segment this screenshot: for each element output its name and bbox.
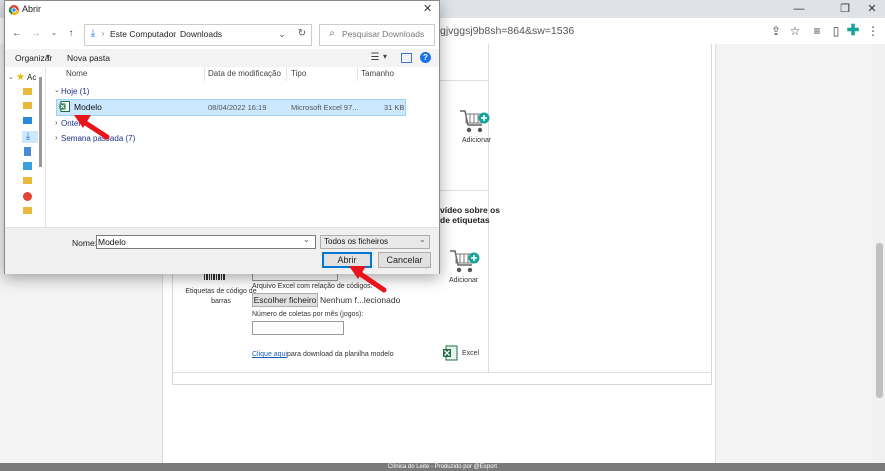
file-type-filter-value: Todos os ficheiros [324, 237, 389, 246]
group-last-week[interactable]: Semana passada (7) [61, 134, 135, 143]
folder-icon[interactable] [23, 102, 32, 109]
folder-icon[interactable] [23, 207, 32, 214]
breadcrumb-separator-icon: › [101, 29, 105, 38]
view-dropdown-icon[interactable]: ▾ [383, 52, 387, 61]
reading-list-icon[interactable]: ≡ [810, 24, 824, 38]
file-name-input[interactable] [96, 235, 316, 249]
organize-dropdown-icon[interactable]: ▾ [46, 52, 50, 61]
close-window-icon[interactable]: ✕ [864, 2, 880, 16]
group-today[interactable]: Hoje (1) [61, 87, 89, 96]
column-size[interactable]: Tamanho [361, 67, 394, 81]
menu-kebab-icon[interactable]: ⋮ [866, 24, 880, 38]
breadcrumb-computer[interactable]: Este Computador [110, 29, 176, 39]
divider-line [172, 372, 710, 373]
column-date[interactable]: Data de modificação [208, 67, 281, 81]
forward-arrow-icon[interactable]: → [30, 28, 42, 40]
dialog-titlebar [5, 1, 439, 19]
download-folder-icon: ⤓ [25, 131, 31, 142]
search-icon: ⌕ [329, 28, 335, 39]
pictures-icon[interactable] [23, 162, 32, 170]
folder-icon[interactable] [23, 177, 32, 184]
monthly-label: Número de coletas por mês (jogos): [252, 311, 364, 318]
download-link[interactable]: Clique aqui [252, 351, 287, 358]
nav-scrollbar[interactable] [39, 77, 42, 167]
breadcrumb-downloads[interactable]: Downloads [180, 29, 222, 39]
documents-icon[interactable] [24, 147, 31, 156]
add-label: Adicionar [449, 277, 479, 284]
share-icon[interactable]: ⇪ [769, 24, 783, 38]
desktop-icon[interactable] [23, 117, 32, 124]
restore-icon[interactable]: ❐ [837, 2, 853, 16]
cancel-button[interactable]: Cancelar [378, 252, 431, 268]
divider-line [438, 190, 488, 191]
refresh-icon[interactable]: ↻ [296, 28, 308, 40]
filter-dropdown-icon[interactable]: ⌄ [419, 235, 426, 244]
video-text: vídeo sobre os [440, 205, 500, 215]
file-type: Microsoft Excel 97... [291, 103, 359, 112]
extension-plus-icon[interactable]: ✚ [846, 23, 860, 38]
group-chevron-icon[interactable]: › [55, 133, 58, 142]
scrollbar-thumb[interactable] [876, 243, 883, 398]
address-dropdown-icon[interactable]: ⌄ [277, 28, 287, 40]
close-icon[interactable]: ✕ [423, 2, 432, 15]
monthly-input[interactable] [252, 321, 344, 335]
file-list: Nome Data de modificação Tipo Tamanho ⌄ … [46, 67, 439, 227]
star-icon: ★ [16, 72, 25, 83]
help-icon[interactable]: ? [420, 52, 431, 63]
open-button[interactable]: Abrir [322, 252, 372, 268]
add-cart-icon[interactable] [458, 108, 490, 136]
excel-label: Excel [462, 350, 480, 357]
download-folder-icon: ⤓ [90, 28, 96, 39]
divider-line [438, 80, 488, 81]
search-placeholder: Pesquisar Downloads [342, 29, 425, 39]
new-folder-button[interactable]: Nova pasta [67, 53, 110, 63]
excel-file-icon [59, 101, 70, 112]
choose-file-button[interactable]: Escolher ficheiro [252, 293, 318, 307]
preview-pane-icon[interactable] [401, 53, 412, 63]
group-chevron-icon[interactable]: ⌄ [54, 86, 60, 94]
excel-icon[interactable] [442, 345, 458, 361]
column-type[interactable]: Tipo [291, 67, 306, 81]
back-arrow-icon[interactable]: ← [11, 28, 23, 40]
excel-file-label: Arquivo Excel com relação de códigos: [252, 283, 373, 290]
add-cart-icon[interactable] [448, 248, 480, 276]
dialog-title: Abrir [22, 4, 42, 14]
page-footer: Clínica do Leite - Produzido por @Export [0, 463, 885, 471]
recent-chevron-icon[interactable]: ⌄ [49, 27, 59, 39]
resize-grip-icon[interactable]: ⋰ [425, 263, 432, 271]
file-date: 08/04/2022 16:19 [208, 103, 267, 112]
open-file-dialog: Abrir ✕ ← → ⌄ ↑ ⤓ › Este Computador › Do… [4, 0, 440, 274]
view-options-icon[interactable]: ☰ [369, 52, 381, 64]
app-icon[interactable] [23, 192, 32, 201]
add-label: Adicionar [462, 137, 492, 144]
chrome-icon [9, 5, 19, 15]
expand-chevron-icon[interactable]: ⌄ [8, 73, 14, 81]
bookmark-star-icon[interactable]: ☆ [788, 24, 802, 38]
quick-access-label[interactable]: Ac [27, 73, 36, 82]
side-panel-icon[interactable]: ▯ [829, 24, 843, 38]
address-bar-url[interactable]: gjvggsj9b8sh=864&sw=1536 [440, 25, 574, 37]
video-text: de etiquetas [440, 215, 490, 225]
group-yesterday[interactable]: Ontem [61, 119, 85, 128]
column-name[interactable]: Nome [66, 67, 87, 81]
file-name-value: Modelo [98, 237, 126, 247]
no-file-text: Nenhum f...lecionado [320, 295, 401, 305]
name-dropdown-icon[interactable]: ⌄ [303, 235, 310, 244]
file-name-label: Nome: [72, 238, 98, 248]
file-name: Modelo [74, 102, 102, 112]
download-text: para download da planilha modelo [287, 351, 394, 358]
breadcrumb-separator-icon: › [172, 29, 176, 38]
file-size: 31 KB [384, 103, 405, 112]
group-chevron-icon[interactable]: › [55, 118, 58, 127]
up-arrow-icon[interactable]: ↑ [65, 28, 77, 40]
folder-icon[interactable] [23, 88, 32, 95]
minimize-icon[interactable]: — [791, 2, 807, 16]
